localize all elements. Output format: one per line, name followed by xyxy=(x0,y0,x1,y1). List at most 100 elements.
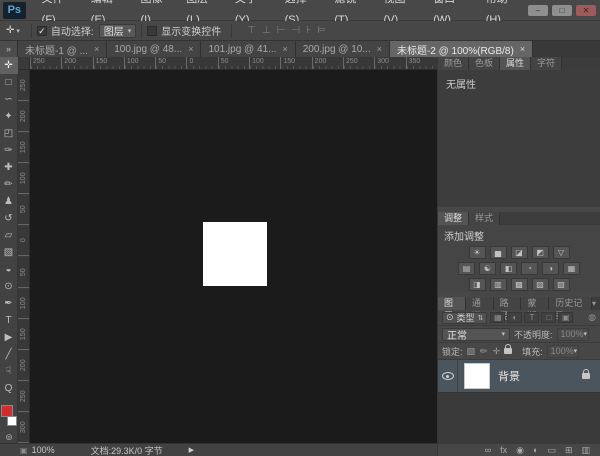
opacity-field[interactable]: 100% ▾ xyxy=(557,328,589,341)
adjustment-color-lookup[interactable]: ▦ xyxy=(563,262,580,275)
panel-menu-icon[interactable]: ▾ xyxy=(592,297,600,310)
panel-tab[interactable]: 字符 xyxy=(531,57,562,70)
align-top-edges[interactable]: ⊤ xyxy=(247,25,256,36)
minimize-button[interactable]: – xyxy=(528,5,548,16)
tab-close-icon[interactable]: × xyxy=(188,44,193,54)
type-tool[interactable]: T xyxy=(0,312,18,329)
clone-stamp-tool[interactable]: ♟ xyxy=(0,193,18,210)
align-horizontal-centers[interactable]: ⊦ xyxy=(306,25,311,36)
filter-smart-objects[interactable]: ▣ xyxy=(558,312,573,323)
document-tab[interactable]: 未标题-2 @ 100%(RGB/8) × xyxy=(390,41,533,57)
align-left-edges[interactable]: ⊣ xyxy=(291,25,300,36)
pen-tool[interactable]: ✒ xyxy=(0,295,18,312)
panel-tab[interactable]: 颜色 xyxy=(438,57,469,70)
background-color-swatch[interactable] xyxy=(7,416,17,426)
panel-tab[interactable]: 路径 xyxy=(494,297,522,310)
adjustment-threshold[interactable]: ▩ xyxy=(511,278,528,291)
filter-toggle-icon[interactable]: ◍ xyxy=(588,312,596,323)
canvas-area[interactable] xyxy=(30,70,437,443)
visibility-toggle[interactable] xyxy=(438,360,458,392)
eraser-tool[interactable]: ▱ xyxy=(0,227,18,244)
adjustment-selective-color[interactable]: ▧ xyxy=(553,278,570,291)
gradient-tool[interactable]: ▧ xyxy=(0,244,18,261)
blend-mode-dropdown[interactable]: 正常 ▾ xyxy=(442,328,510,341)
adjustment-vibrance[interactable]: ▽ xyxy=(553,246,570,259)
panel-tab[interactable]: 属性 xyxy=(500,57,531,70)
close-button[interactable]: ✕ xyxy=(576,5,596,16)
move-tool[interactable]: ✛ xyxy=(0,57,18,74)
layer-style[interactable]: fx xyxy=(500,444,507,456)
vertical-ruler[interactable]: 25020015010050050100150200250300 xyxy=(18,70,30,443)
auto-select-dropdown[interactable]: 图层 ▾ xyxy=(99,24,137,38)
new-group[interactable]: ▭ xyxy=(547,444,556,456)
panel-tab[interactable]: 色板 xyxy=(469,57,500,70)
align-vertical-centers[interactable]: ⊥ xyxy=(262,25,271,36)
show-transform-checkbox[interactable] xyxy=(147,26,157,36)
healing-brush-tool[interactable]: ✚ xyxy=(0,159,18,176)
document-tab[interactable]: 200.jpg @ 10... × xyxy=(296,41,390,57)
line-tool[interactable]: ╱ xyxy=(0,346,18,363)
lock-image-pixels[interactable]: ✏ xyxy=(480,346,488,357)
panel-tab[interactable]: 蒙版 xyxy=(521,297,549,310)
adjustment-exposure[interactable]: ◩ xyxy=(532,246,549,259)
align-bottom-edges[interactable]: ⊢ xyxy=(277,25,286,36)
horizontal-ruler[interactable]: 25020015010050050100150200250300350 xyxy=(30,57,437,70)
panel-tab[interactable]: 样式 xyxy=(469,212,500,225)
brush-tool[interactable]: ✏ xyxy=(0,176,18,193)
toolbar-collapse-button[interactable]: » xyxy=(0,41,18,57)
dodge-tool[interactable]: ⊙ xyxy=(0,278,18,295)
document-tab[interactable]: 100.jpg @ 48... × xyxy=(107,41,201,57)
tab-close-icon[interactable]: × xyxy=(377,44,382,54)
quick-mask-icon[interactable]: ⊚ xyxy=(5,432,13,442)
adjustment-channel-mixer[interactable]: ◑ xyxy=(542,262,559,275)
document-white-rectangle[interactable] xyxy=(203,222,267,286)
adjustment-posterize[interactable]: ▥ xyxy=(490,278,507,291)
zoom-level-field[interactable]: 100% xyxy=(32,445,55,455)
hand-tool[interactable]: ☟ xyxy=(0,363,18,380)
tab-close-icon[interactable]: × xyxy=(282,44,287,54)
auto-select-checkbox[interactable]: ✓ xyxy=(37,26,47,36)
tool-preset-picker[interactable]: ✛ ▾ xyxy=(0,25,26,36)
adjustment-color-balance[interactable]: ☯ xyxy=(479,262,496,275)
maximize-button[interactable]: □ xyxy=(552,5,572,16)
fill-field[interactable]: 100% ▾ xyxy=(547,345,579,358)
layer-row[interactable]: 背景 xyxy=(438,360,600,393)
filter-adjustment-layers[interactable]: ◐ xyxy=(507,312,522,323)
panel-tab[interactable]: 历史记录 xyxy=(549,297,592,310)
tab-close-icon[interactable]: × xyxy=(94,44,99,54)
document-tab[interactable]: 未标题-1 @ ... × xyxy=(18,41,107,57)
foreground-color-swatch[interactable] xyxy=(1,405,13,417)
quick-selection-tool[interactable]: ✦ xyxy=(0,108,18,125)
add-layer-mask[interactable]: ◉ xyxy=(516,444,524,456)
status-menu-arrow-icon[interactable]: ▶ xyxy=(189,446,194,454)
panel-tab[interactable]: 调整 xyxy=(438,212,469,225)
new-layer[interactable]: ⊞ xyxy=(565,444,573,456)
adjustment-levels[interactable]: ▅ xyxy=(490,246,507,259)
blur-tool[interactable]: ◒ xyxy=(0,261,18,278)
eyedropper-tool[interactable]: ✑ xyxy=(0,142,18,159)
adjustment-brightness-contrast[interactable]: ☀ xyxy=(469,246,486,259)
adjustment-curves[interactable]: ◪ xyxy=(511,246,528,259)
panel-tab[interactable]: 通道 xyxy=(466,297,494,310)
layer-thumbnail[interactable] xyxy=(464,363,490,389)
lock-position[interactable]: ✛ xyxy=(493,346,501,357)
layer-filter-kind-dropdown[interactable]: ⊙ 类型 ⇅ xyxy=(442,312,487,324)
document-tab[interactable]: 101.jpg @ 41... × xyxy=(201,41,295,57)
panel-tab[interactable]: 图层 xyxy=(438,297,466,310)
delete-layer[interactable]: ▥ xyxy=(581,444,590,456)
adjustment-black-white[interactable]: ◧ xyxy=(500,262,517,275)
filter-pixel-layers[interactable]: ▦ xyxy=(490,312,505,323)
adjustment-photo-filter[interactable]: ◔ xyxy=(521,262,538,275)
align-right-edges[interactable]: ⊨ xyxy=(317,25,326,36)
zoom-tool[interactable]: Q xyxy=(0,380,18,397)
ruler-origin-corner[interactable] xyxy=(18,57,30,70)
lock-all-icon[interactable] xyxy=(504,348,512,354)
lasso-tool[interactable]: ∽ xyxy=(0,91,18,108)
filter-type-layers[interactable]: T xyxy=(524,312,539,323)
history-brush-tool[interactable]: ↺ xyxy=(0,210,18,227)
marquee-tool[interactable]: □ xyxy=(0,74,18,91)
link-layers[interactable]: ∞ xyxy=(485,444,491,456)
adjustment-invert[interactable]: ◨ xyxy=(469,278,486,291)
path-selection-tool[interactable]: ▶ xyxy=(0,329,18,346)
tab-close-icon[interactable]: × xyxy=(520,44,525,54)
